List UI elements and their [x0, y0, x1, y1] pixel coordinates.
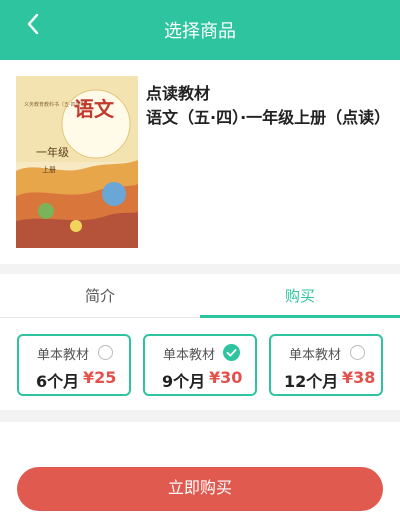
check-circle-icon[interactable] [223, 344, 240, 361]
radio-unchecked-icon[interactable] [98, 345, 113, 360]
product-name: 语文（五·四）·一年级上册（点读） [146, 108, 391, 127]
option-12-months[interactable]: 单本教材 12个月 ¥38 [269, 334, 383, 396]
cover-subject: 语文 [74, 97, 115, 121]
product-type-label: 点读教材 [146, 84, 211, 103]
option-6-months[interactable]: 单本教材 6个月 ¥25 [17, 334, 131, 396]
purchase-options: 单本教材 6个月 ¥25 单本教材 9个月 ¥30 单本教材 12个月 ¥38 [0, 318, 400, 410]
page-title: 选择商品 [164, 21, 236, 42]
option-price: ¥38 [342, 368, 376, 387]
section-divider [0, 264, 400, 274]
option-period: 9个月 [162, 372, 206, 391]
option-period: 6个月 [36, 372, 80, 391]
radio-unchecked-icon[interactable] [350, 345, 365, 360]
cover-grade: 一年级 [36, 145, 69, 159]
tab-bar: 简介 购买 [0, 274, 400, 318]
option-period: 12个月 [284, 372, 339, 391]
option-price: ¥30 [209, 368, 243, 387]
option-9-months[interactable]: 单本教材 9个月 ¥30 [143, 334, 257, 396]
buy-now-button[interactable]: 立即购买 [17, 467, 383, 511]
header-bar: 选择商品 [0, 0, 400, 60]
product-info: 义务教育教科书（五·四学制） 语文 一年级 上册 点读教材 语文（五·四）·一年… [0, 60, 400, 264]
option-label: 单本教材 [289, 348, 342, 363]
cover-volume: 上册 [42, 165, 56, 174]
section-divider [0, 410, 400, 422]
option-price: ¥25 [83, 368, 117, 387]
tab-buy[interactable]: 购买 [200, 274, 400, 318]
book-cover[interactable]: 义务教育教科书（五·四学制） 语文 一年级 上册 [16, 76, 138, 248]
option-label: 单本教材 [37, 348, 90, 363]
option-label: 单本教材 [163, 348, 216, 363]
tab-intro[interactable]: 简介 [0, 274, 200, 318]
